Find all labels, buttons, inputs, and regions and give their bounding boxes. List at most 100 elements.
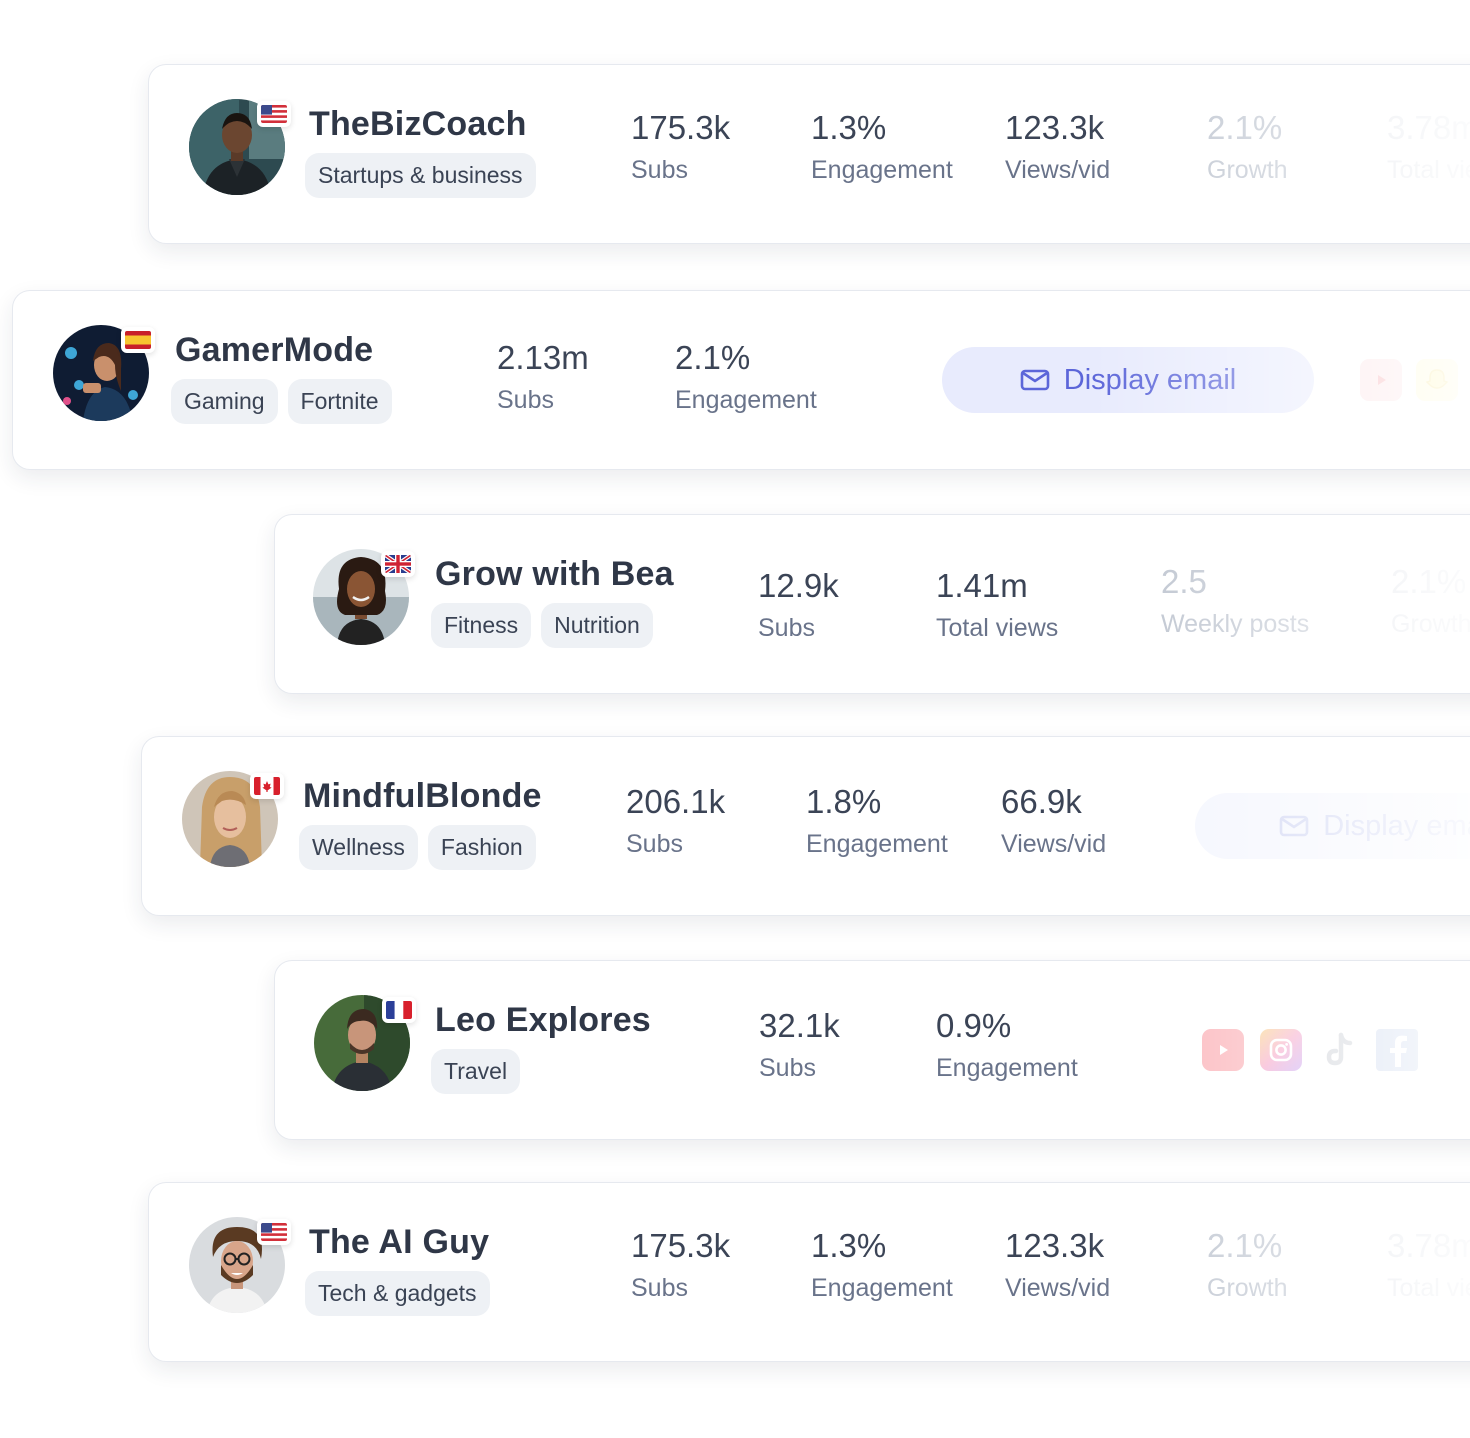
snapchat-icon[interactable] xyxy=(1416,359,1458,401)
canada-flag-icon xyxy=(250,773,284,799)
stat-weekly-posts: 2.5 Weekly posts xyxy=(1161,563,1309,639)
stat-subs: 32.1k Subs xyxy=(759,1007,840,1083)
stat-views-per-video: 66.9k Views/vid xyxy=(1001,783,1106,859)
stat-label: Subs xyxy=(631,1274,688,1302)
spain-flag-icon xyxy=(121,327,155,353)
avatar-group xyxy=(189,1217,291,1313)
stat-value: 1.8% xyxy=(806,783,882,820)
france-flag-icon xyxy=(382,997,416,1023)
stat-views-per-video: 123.3k Views/vid xyxy=(1005,109,1110,185)
creator-name[interactable]: GamerMode xyxy=(175,331,373,370)
creator-card[interactable]: Leo Explores Travel 32.1k Subs 0.9% Enga… xyxy=(274,960,1470,1140)
stat-label: Subs xyxy=(631,156,688,184)
stat-subs: 12.9k Subs xyxy=(758,567,839,643)
tag-list: Fitness Nutrition xyxy=(431,603,653,648)
creator-name[interactable]: TheBizCoach xyxy=(309,105,527,144)
mail-icon xyxy=(1279,815,1309,837)
youtube-icon[interactable] xyxy=(1360,359,1402,401)
stat-label: Total views xyxy=(1387,1274,1470,1302)
stat-label: Subs xyxy=(497,386,554,414)
uk-flag-icon xyxy=(381,551,415,577)
stat-value: 175.3k xyxy=(631,109,731,146)
stat-engagement: 2.1% Engagement xyxy=(675,339,817,415)
stat-subs: 206.1k Subs xyxy=(626,783,725,859)
tag-list: Wellness Fashion xyxy=(299,825,536,870)
stat-label: Growth xyxy=(1391,610,1470,638)
creator-card[interactable]: MindfulBlonde Wellness Fashion 206.1k Su… xyxy=(141,736,1470,916)
display-email-button[interactable]: Display ema xyxy=(1195,793,1470,859)
stat-value: 2.13m xyxy=(497,339,589,376)
stat-label: Subs xyxy=(758,614,815,642)
avatar-group xyxy=(189,99,291,195)
stat-value: 206.1k xyxy=(626,783,726,820)
avatar-group xyxy=(53,325,155,421)
stat-value: 1.3% xyxy=(811,109,887,146)
creator-card[interactable]: Grow with Bea Fitness Nutrition 12.9k Su… xyxy=(274,514,1470,694)
tag: Fitness xyxy=(431,603,532,648)
tag: Gaming xyxy=(171,379,278,424)
us-flag-icon xyxy=(257,1219,291,1245)
facebook-icon[interactable] xyxy=(1376,1029,1418,1071)
stat-value: 2.1% xyxy=(1391,563,1467,600)
stat-value: 1.3% xyxy=(811,1227,887,1264)
creator-card[interactable]: GamerMode Gaming Fortnite 2.13m Subs 2.1… xyxy=(12,290,1470,470)
us-flag-icon xyxy=(257,101,291,127)
stat-label: Weekly posts xyxy=(1161,610,1310,638)
stat-label: Subs xyxy=(626,830,683,858)
creator-card[interactable]: The AI Guy Tech & gadgets 175.3k Subs 1.… xyxy=(148,1182,1470,1362)
creator-name[interactable]: The AI Guy xyxy=(309,1223,489,1262)
stat-value: 2.5 xyxy=(1161,563,1207,600)
stat-subs: 175.3k Subs xyxy=(631,109,730,185)
stat-value: 3.78m xyxy=(1387,1227,1470,1264)
instagram-icon[interactable] xyxy=(1260,1029,1302,1071)
creator-card[interactable]: TheBizCoach Startups & business 175.3k S… xyxy=(148,64,1470,244)
creator-name[interactable]: Leo Explores xyxy=(435,1001,651,1040)
tag: Wellness xyxy=(299,825,418,870)
stat-value: 0.9% xyxy=(936,1007,1012,1044)
stat-value: 2.1% xyxy=(675,339,751,376)
tag-list: Tech & gadgets xyxy=(305,1271,490,1316)
tag: Fashion xyxy=(427,825,536,870)
stat-value: 12.9k xyxy=(758,567,839,604)
tag-list: Startups & business xyxy=(305,153,536,198)
stat-total-views: 1.41m Total views xyxy=(936,567,1058,643)
stat-value: 2.1% xyxy=(1207,1227,1283,1264)
stat-label: Views/vid xyxy=(1005,156,1111,184)
tag: Startups & business xyxy=(305,153,536,198)
avatar-group xyxy=(314,995,416,1091)
creator-name[interactable]: MindfulBlonde xyxy=(303,777,542,816)
stat-label: Total views xyxy=(936,614,1059,642)
stat-views-per-video: 123.3k Views/vid xyxy=(1005,1227,1110,1303)
stat-label: Total views xyxy=(1387,156,1470,184)
stat-label: Views/vid xyxy=(1005,1274,1111,1302)
stat-subs: 175.3k Subs xyxy=(631,1227,730,1303)
stat-engagement: 1.3% Engagement xyxy=(811,1227,953,1303)
creator-list: TheBizCoach Startups & business 175.3k S… xyxy=(0,0,1470,1438)
display-email-button[interactable]: Display email xyxy=(942,347,1314,413)
stat-value: 2.1% xyxy=(1207,109,1283,146)
stat-value: 175.3k xyxy=(631,1227,731,1264)
stat-label: Engagement xyxy=(806,830,948,858)
stat-value: 123.3k xyxy=(1005,109,1105,146)
tag: Nutrition xyxy=(541,603,653,648)
stat-growth: 2.1% Growth xyxy=(1207,109,1288,185)
stat-value: 3.78m xyxy=(1387,109,1470,146)
stat-total-views: 3.78m Total views xyxy=(1387,1227,1470,1303)
stat-growth: 2.1% Growth xyxy=(1391,563,1470,639)
stat-value: 1.41m xyxy=(936,567,1028,604)
stat-label: Engagement xyxy=(936,1054,1078,1082)
tiktok-icon[interactable] xyxy=(1318,1029,1360,1071)
youtube-icon[interactable] xyxy=(1202,1029,1244,1071)
tag: Travel xyxy=(431,1049,521,1094)
stat-subs: 2.13m Subs xyxy=(497,339,589,415)
tag: Tech & gadgets xyxy=(305,1271,490,1316)
stat-label: Engagement xyxy=(811,1274,953,1302)
stat-label: Engagement xyxy=(811,156,953,184)
stat-value: 123.3k xyxy=(1005,1227,1105,1264)
stat-engagement: 0.9% Engagement xyxy=(936,1007,1078,1083)
avatar-group xyxy=(313,549,415,645)
avatar-group xyxy=(182,771,284,867)
stat-growth: 2.1% Growth xyxy=(1207,1227,1288,1303)
creator-name[interactable]: Grow with Bea xyxy=(435,555,674,594)
stat-label: Growth xyxy=(1207,1274,1288,1302)
